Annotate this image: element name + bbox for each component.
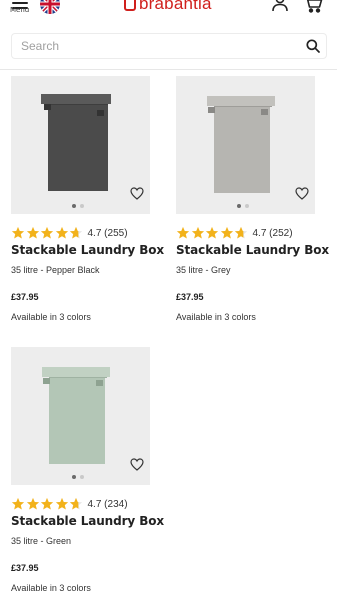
carousel-dot-active[interactable] (237, 204, 241, 208)
star-icon (40, 497, 54, 510)
star-icon (176, 226, 190, 239)
product-subtitle: 35 litre - Pepper Black (11, 265, 100, 275)
product-availability: Available in 3 colors (11, 312, 91, 322)
carousel-dot-active[interactable] (72, 204, 76, 208)
star-icon (205, 226, 219, 239)
account-icon[interactable] (271, 0, 289, 12)
rating-stars (11, 497, 84, 511)
image-carousel-dots (72, 204, 84, 208)
product-rating: 4.7 (255) (11, 226, 128, 240)
product-rating: 4.7 (234) (11, 497, 128, 511)
star-half-icon (234, 226, 248, 239)
product-title[interactable]: Stackable Laundry Box (11, 243, 164, 257)
wishlist-heart-icon[interactable] (130, 187, 144, 200)
image-carousel-dots (72, 475, 84, 479)
rating-value: 4.7 (255) (87, 227, 128, 239)
product-rating: 4.7 (252) (176, 226, 293, 240)
product-subtitle: 35 litre - Green (11, 536, 72, 546)
uk-flag-icon[interactable] (40, 0, 60, 14)
image-carousel-dots (237, 204, 249, 208)
menu-button[interactable]: Menu (10, 0, 36, 20)
search-input[interactable] (12, 34, 302, 58)
rating-value: 4.7 (234) (87, 498, 128, 510)
wishlist-heart-icon[interactable] (130, 458, 144, 471)
star-icon (191, 226, 204, 239)
logo-text: brabantia (139, 0, 212, 13)
product-image[interactable] (176, 76, 315, 214)
carousel-dot[interactable] (80, 204, 84, 208)
header-divider (0, 69, 337, 70)
product-availability: Available in 3 colors (176, 312, 256, 322)
star-half-icon (69, 497, 83, 510)
star-icon (26, 226, 39, 239)
star-icon (40, 226, 54, 239)
star-icon (220, 226, 233, 239)
product-subtitle: 35 litre - Grey (176, 265, 231, 275)
product-image[interactable] (11, 76, 150, 214)
star-half-icon (69, 226, 83, 239)
brand-logo[interactable]: brabantia (124, 0, 212, 14)
star-icon (11, 226, 25, 239)
rating-stars (11, 226, 84, 240)
search-bar (11, 33, 327, 59)
product-title[interactable]: Stackable Laundry Box (11, 514, 164, 528)
product-price: £37.95 (11, 292, 39, 302)
carousel-dot[interactable] (245, 204, 249, 208)
rating-stars (176, 226, 249, 240)
wishlist-heart-icon[interactable] (295, 187, 309, 200)
logo-bag-icon (124, 0, 136, 11)
search-icon[interactable] (306, 39, 320, 53)
star-icon (55, 226, 68, 239)
rating-value: 4.7 (252) (252, 227, 293, 239)
menu-label: Menu (10, 6, 30, 14)
carousel-dot[interactable] (80, 475, 84, 479)
star-icon (11, 497, 25, 510)
carousel-dot-active[interactable] (72, 475, 76, 479)
star-icon (55, 497, 68, 510)
product-title[interactable]: Stackable Laundry Box (176, 243, 329, 257)
product-price: £37.95 (11, 563, 39, 573)
cart-icon[interactable] (303, 0, 323, 13)
product-availability: Available in 3 colors (11, 583, 91, 593)
product-image[interactable] (11, 347, 150, 485)
product-price: £37.95 (176, 292, 204, 302)
header: Menu brabantia (0, 0, 337, 72)
star-icon (26, 497, 39, 510)
